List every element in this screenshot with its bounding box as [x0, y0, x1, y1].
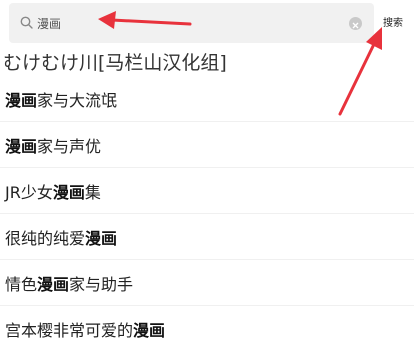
list-item[interactable]: JR少女漫画集 — [0, 168, 414, 214]
search-icon — [20, 16, 33, 29]
list-item-label: 漫画家与大流氓 — [5, 87, 117, 111]
list-item[interactable]: 漫画家与声优 — [0, 122, 414, 168]
highlighted-keyword: 漫画 — [37, 274, 70, 294]
list-item-label: 情色漫画家与助手 — [5, 271, 133, 295]
list-item[interactable]: 情色漫画家与助手 — [0, 260, 414, 306]
label-text: 家与助手 — [69, 274, 134, 294]
highlighted-keyword: 漫画 — [85, 228, 118, 248]
highlighted-keyword: 漫画 — [52, 182, 85, 202]
list-item[interactable]: 宫本樱非常可爱的漫画 — [0, 306, 414, 346]
label-text: JR少女 — [5, 182, 53, 202]
search-results-list: 漫画家与大流氓 漫画家与声优 JR少女漫画集 很纯的纯爱漫画 情色漫画家与助手 宫本樱非常… — [0, 76, 414, 346]
list-item-partial[interactable]: むけむけ川[马栏山汉化组] — [3, 52, 403, 76]
label-text: 集 — [84, 182, 101, 202]
label-text: 家与声优 — [37, 136, 102, 156]
label-text: 家与大流氓 — [37, 90, 118, 110]
label-text: 很纯的纯爱 — [5, 228, 86, 248]
label-text: 情色 — [5, 274, 38, 294]
list-item-label: 宫本樱非常可爱的漫画 — [5, 317, 165, 341]
label-text: 宫本樱非常可爱的 — [5, 321, 134, 340]
list-item-label: JR少女漫画集 — [5, 179, 101, 203]
search-button[interactable]: 搜索 — [376, 15, 410, 33]
highlighted-keyword: 漫画 — [133, 321, 166, 340]
highlighted-keyword: 漫画 — [5, 90, 38, 110]
highlighted-keyword: 漫画 — [5, 136, 38, 156]
list-item-label: 漫画家与声优 — [5, 133, 101, 157]
close-circle-icon[interactable] — [349, 17, 362, 30]
list-item-label: 很纯的纯爱漫画 — [5, 225, 117, 249]
search-input[interactable]: 漫画 — [37, 13, 337, 35]
list-item-label: むけむけ川[马栏山汉化组] — [3, 52, 227, 74]
list-item[interactable]: 很纯的纯爱漫画 — [0, 214, 414, 260]
list-item[interactable]: 漫画家与大流氓 — [0, 76, 414, 122]
search-bar[interactable]: 漫画 — [9, 3, 374, 43]
